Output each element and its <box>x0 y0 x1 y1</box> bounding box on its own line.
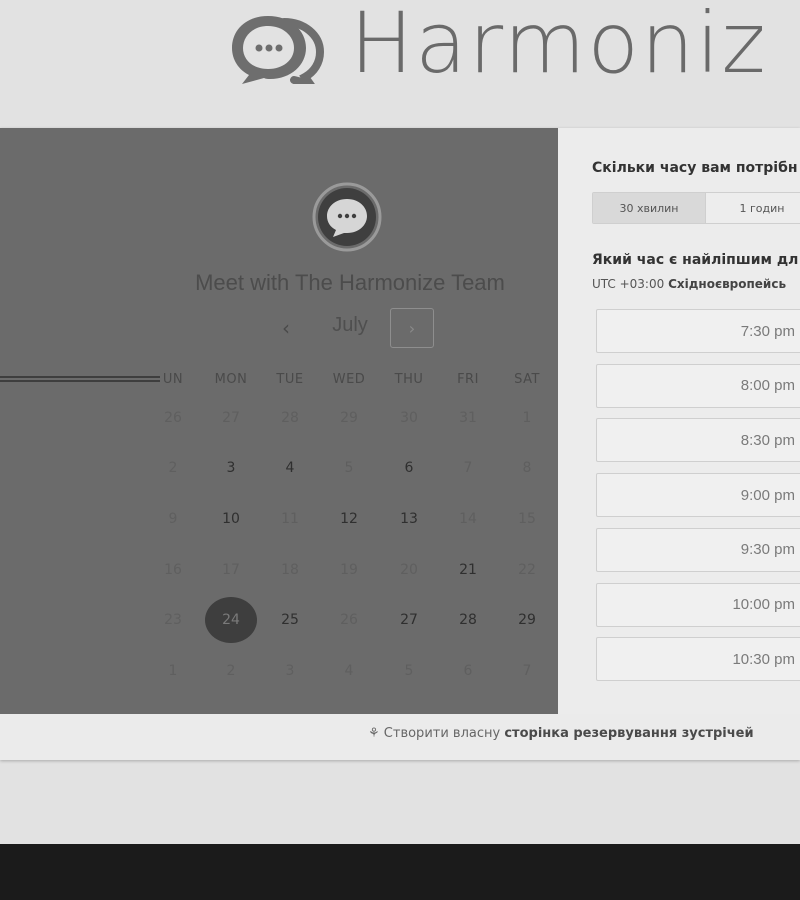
calendar-day: 11 <box>281 511 299 527</box>
time-panel: Скільки часу вам потрібн 30 хвилин 1 год… <box>558 128 800 714</box>
time-slot-label: 10:30 pm <box>732 650 795 668</box>
calendar-day: 5 <box>344 460 354 476</box>
calendar-day: 28 <box>281 410 299 426</box>
calendar-day: 19 <box>340 562 358 578</box>
duration-question: Скільки часу вам потрібн <box>592 160 798 176</box>
footer-link-bold: сторінка резервування зустрічей <box>504 726 754 741</box>
calendar-day: 26 <box>164 410 182 426</box>
time-slot-button[interactable]: 8:30 pm <box>596 418 800 463</box>
weekday-header: WED <box>332 372 366 387</box>
chat-bubble-logo-icon <box>232 16 325 84</box>
weekday-header: FRI <box>457 372 479 387</box>
calendar-day[interactable]: 25 <box>281 612 299 628</box>
calendar-day[interactable]: 27 <box>400 612 418 628</box>
calendar-day[interactable]: 21 <box>459 562 477 578</box>
calendar-day: 30 <box>400 410 418 426</box>
brand-name: Harmoniz <box>350 0 768 92</box>
prev-month-button[interactable]: ‹ <box>270 310 302 346</box>
calendar-day-selected[interactable]: 24 <box>205 597 257 643</box>
calendar-day[interactable]: 4 <box>286 460 295 476</box>
bottom-bar <box>0 844 800 900</box>
time-slot-label: 9:30 pm <box>740 541 795 559</box>
booking-card: Meet with The Harmonize Team ‹ July › UN… <box>0 128 800 760</box>
timezone-label[interactable]: UTC +03:00 Східноєвропейсь <box>592 277 786 291</box>
team-avatar-icon <box>312 182 382 252</box>
calendar-day[interactable]: 29 <box>518 612 536 628</box>
calendar-day: 9 <box>168 511 178 527</box>
calendar-panel: Meet with The Harmonize Team ‹ July › UN… <box>0 128 558 714</box>
calendar-day: 18 <box>281 562 299 578</box>
time-slot-button[interactable]: 10:30 pm <box>596 637 800 682</box>
meeting-title: Meet with The Harmonize Team <box>195 270 505 295</box>
duration-selector: 30 хвилин 1 годин <box>592 192 800 224</box>
weekday-header: UN <box>162 372 184 387</box>
calendar-day: 8 <box>522 460 532 476</box>
calendar-day: 23 <box>164 612 182 628</box>
time-slot-label: 8:00 pm <box>740 377 795 395</box>
calendar-day: 2 <box>168 460 178 476</box>
timezone-offset: UTC +03:00 <box>592 277 665 291</box>
weekday-header: THU <box>394 372 424 387</box>
calendar-day: 1 <box>522 410 532 426</box>
time-slot-button[interactable]: 8:00 pm <box>596 363 800 408</box>
calendar-day: 31 <box>459 410 477 426</box>
calendar-day[interactable]: 3 <box>227 460 236 476</box>
calendar-day: 4 <box>344 663 354 679</box>
header: Harmoniz <box>0 0 800 128</box>
time-slot-button[interactable]: 7:30 pm <box>596 309 800 353</box>
calendar-day: 27 <box>222 410 240 426</box>
time-slot-label: 10:00 pm <box>732 596 795 613</box>
weekday-header: MON <box>214 372 248 387</box>
calendar-day[interactable]: 28 <box>459 612 477 628</box>
duration-30-button[interactable]: 30 хвилин <box>593 193 706 223</box>
calendar-day[interactable]: 10 <box>222 511 240 527</box>
create-booking-page-link[interactable]: ⚘ Створити власну сторінка резервування … <box>368 726 754 741</box>
calendar-day[interactable]: 12 <box>340 511 358 527</box>
calendar-day: 29 <box>340 410 358 426</box>
calendar-day: 22 <box>518 562 536 578</box>
time-slot-label: 9:00 pm <box>740 486 795 504</box>
month-label: July <box>332 314 368 336</box>
calendar-day: 26 <box>340 612 358 628</box>
calendar-day: 20 <box>400 562 418 578</box>
calendar-day: 7 <box>522 663 532 679</box>
calendar-day: 6 <box>463 663 473 679</box>
calendar-day: 15 <box>518 511 536 527</box>
duration-60-button[interactable]: 1 годин <box>706 193 800 223</box>
time-slot-label: 7:30 pm <box>740 322 795 340</box>
calendar-day: 17 <box>222 562 240 578</box>
hubspot-sprocket-icon: ⚘ <box>368 726 380 741</box>
footer-link-prefix: Створити власну <box>383 726 501 741</box>
calendar-day: 1 <box>168 663 178 679</box>
decorative-line <box>0 376 160 382</box>
calendar-day: 16 <box>164 562 182 578</box>
calendar-day: 3 <box>285 663 295 679</box>
time-slot-button[interactable]: 10:00 pm <box>596 582 800 627</box>
calendar-day[interactable]: 13 <box>400 511 418 527</box>
calendar-day: 7 <box>463 460 473 476</box>
time-slot-button[interactable]: 9:00 pm <box>596 473 800 518</box>
calendar-day: 14 <box>459 511 477 527</box>
calendar-day: 5 <box>404 663 414 679</box>
weekday-header: SAT <box>514 372 540 387</box>
time-slot-button[interactable]: 9:30 pm <box>596 527 800 572</box>
calendar-day: 2 <box>226 663 236 679</box>
time-question: Який час є найліпшим дл <box>592 252 799 268</box>
calendar-day[interactable]: 6 <box>405 460 414 476</box>
timezone-name: Східноєвропейсь <box>668 277 787 291</box>
weekday-header: TUE <box>276 372 304 387</box>
time-slot-label: 8:30 pm <box>740 431 795 449</box>
next-month-button[interactable]: › <box>390 308 434 348</box>
